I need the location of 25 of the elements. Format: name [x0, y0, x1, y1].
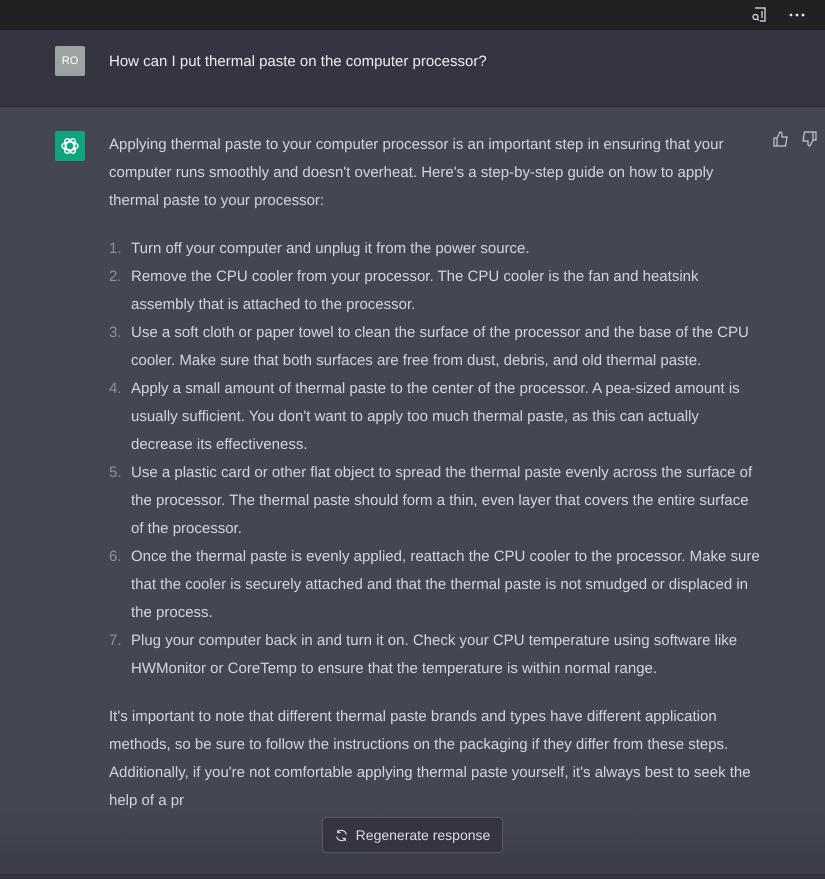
step-number: 5.: [109, 463, 123, 483]
step-text: Turn off your computer and unplug it from the power source.: [131, 239, 530, 259]
step-text: Once the thermal paste is evenly applied, reattach the CPU cooler to the processor. Make sure that the cooler is securely attached and that the thermal paste is not smudged or displaced in the process.: [131, 547, 761, 623]
step-number: 1.: [109, 239, 123, 259]
step-text: Plug your computer back in and turn it on. Check your CPU temperature using software like HWMonitor or CoreTemp to ensure that the temperature is within normal range.: [131, 631, 738, 679]
step-number: 4.: [109, 379, 123, 399]
response-paragraph: Applying thermal paste to your computer processor is an important step in ensuring that your computer runs smoothly and doesn't overheat. Here's a step-by-step guide on how to apply thermal paste to your processor:: [109, 135, 724, 211]
step-text: Apply a small amount of thermal paste to the center of the processor. A pea-sized amount is usually sufficient. You don't want to apply too much thermal paste, as this can actually decrease its effectiveness.: [131, 379, 741, 455]
step-text: Remove the CPU cooler from your processor. The CPU cooler is the fan and heatsink assembly that is attached to the processor.: [131, 267, 700, 315]
user-avatar: RO: [55, 46, 85, 76]
step-number: 6.: [109, 547, 123, 567]
response-paragraph: It's important to note that different thermal paste brands and types have different application methods, so be sure to follow the instructions on the packaging if they differ from these steps. Additionally, if you're not comfortable applying thermal paste yourself, it's always best to seek the help of a pr: [109, 707, 752, 811]
thumbs-down-icon[interactable]: [801, 131, 817, 147]
user-message: How can I put thermal paste on the computer processor?: [109, 52, 487, 72]
refresh-icon: [334, 828, 348, 842]
thumbs-up-icon[interactable]: [773, 131, 789, 147]
step-number: 2.: [109, 267, 123, 287]
knot-logo-icon: [60, 136, 80, 156]
step-number: 3.: [109, 323, 123, 343]
step-text: Use a soft cloth or paper towel to clean the surface of the processor and the base of the CPU cooler. Make sure that both surfaces are free from dust, debris, and old thermal paste.: [131, 323, 750, 371]
search-icon[interactable]: [751, 7, 767, 23]
step-text: Use a plastic card or other flat object to spread the thermal paste evenly across the surface of the processor. The thermal paste should form a thin, even layer that covers the entire surface of the processor.: [131, 463, 754, 539]
more-icon[interactable]: [789, 13, 805, 17]
regenerate-button[interactable]: Regenerate response: [322, 817, 504, 853]
step-number: 7.: [109, 631, 123, 651]
